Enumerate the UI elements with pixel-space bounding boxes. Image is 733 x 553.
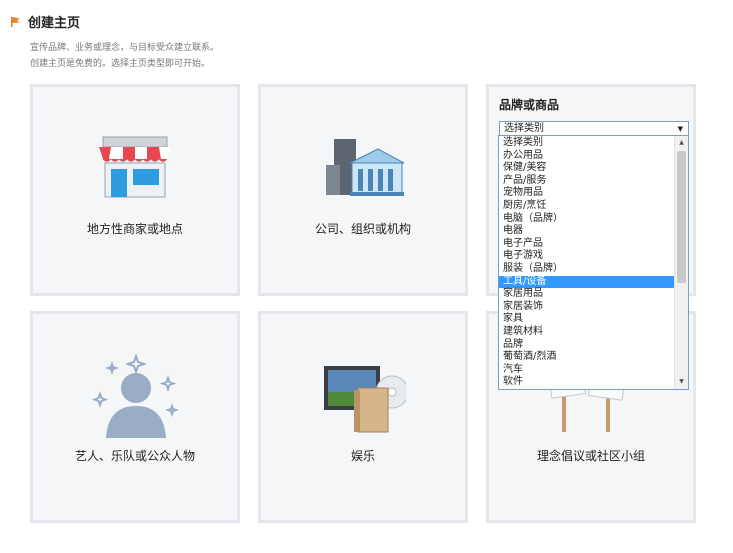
dropdown-option[interactable]: 电子游戏 xyxy=(499,250,674,263)
storefront-icon xyxy=(99,136,171,198)
dropdown-option[interactable]: 服装（品牌） xyxy=(499,263,674,276)
card-company[interactable]: 公司、组织或机构 xyxy=(258,84,468,296)
card-label: 娱乐 xyxy=(350,449,375,463)
dropdown-option[interactable]: 厨房/烹饪 xyxy=(499,200,674,213)
card-label: 理念倡议或社区小组 xyxy=(536,449,645,463)
card-label: 艺人、乐队或公众人物 xyxy=(74,449,195,463)
subtitle-line-1: 宣传品牌、业务或理念，与目标受众建立联系。 xyxy=(30,43,220,53)
dropdown-option[interactable]: 汽车 xyxy=(499,364,674,377)
select-value: 选择类别 xyxy=(504,123,544,134)
page-title: 创建主页 xyxy=(28,16,81,31)
dropdown-option[interactable]: 葡萄酒/烈酒 xyxy=(499,351,674,364)
category-dropdown-list[interactable]: 选择类别 办公用品 保健/美容 产品/服务 宠物用品 厨房/烹饪 电脑（品牌） 电器 电子产品电… xyxy=(498,135,689,390)
scroll-up-icon[interactable]: ▲ xyxy=(675,136,688,150)
scroll-down-icon[interactable]: ▼ xyxy=(675,375,688,389)
tv-disc-icon xyxy=(324,366,406,433)
dropdown-option[interactable]: 电子产品 xyxy=(499,238,674,251)
dropdown-option[interactable]: 品牌 xyxy=(499,339,674,352)
chevron-down-icon: ▼ xyxy=(677,125,683,133)
dropdown-options: 选择类别 办公用品 保健/美容 产品/服务 宠物用品 厨房/烹饪 电脑（品牌） 电器 电子产品电… xyxy=(499,137,674,389)
dropdown-option[interactable]: 建筑材料 xyxy=(499,326,674,339)
card-label: 地方性商家或地点 xyxy=(86,222,183,236)
dropdown-option[interactable]: 电器 xyxy=(499,225,674,238)
dropdown-option[interactable]: 家居装饰 xyxy=(499,301,674,314)
dropdown-option[interactable]: 产品/服务 xyxy=(499,175,674,188)
card-label: 品牌或商品 xyxy=(499,98,560,112)
scrollbar-thumb[interactable] xyxy=(677,151,686,283)
card-local-business[interactable]: 地方性商家或地点 xyxy=(30,84,240,296)
card-entertainment[interactable]: 娱乐 xyxy=(258,311,468,523)
dropdown-option[interactable]: 电脑（品牌） xyxy=(499,213,674,226)
dropdown-option[interactable]: 家具 xyxy=(499,313,674,326)
dropdown-option[interactable]: 办公用品 xyxy=(499,150,674,163)
page-header: 创建主页 xyxy=(10,12,80,31)
buildings-icon xyxy=(326,139,405,196)
dropdown-option[interactable]: 宠物用品 xyxy=(499,187,674,200)
flag-icon xyxy=(11,16,20,27)
card-artist[interactable]: 艺人、乐队或公众人物 xyxy=(30,311,240,523)
dropdown-option[interactable]: 选择类别 xyxy=(499,137,674,150)
dropdown-option[interactable]: 保健/美容 xyxy=(499,162,674,175)
card-label: 公司、组织或机构 xyxy=(314,222,411,236)
dropdown-option[interactable]: 工具/设备 xyxy=(499,275,674,289)
dropdown-scrollbar[interactable]: ▲ ▼ xyxy=(674,136,688,389)
dropdown-option[interactable]: 软件 xyxy=(499,376,674,389)
person-stars-icon xyxy=(91,354,180,438)
subtitle-line-2: 创建主页是免费的。选择主页类型即可开始。 xyxy=(30,59,211,69)
dropdown-option[interactable]: 家居用品 xyxy=(499,288,674,301)
page-subtitle: 宣传品牌、业务或理念，与目标受众建立联系。 创建主页是免费的。选择主页类型即可开… xyxy=(30,40,219,72)
